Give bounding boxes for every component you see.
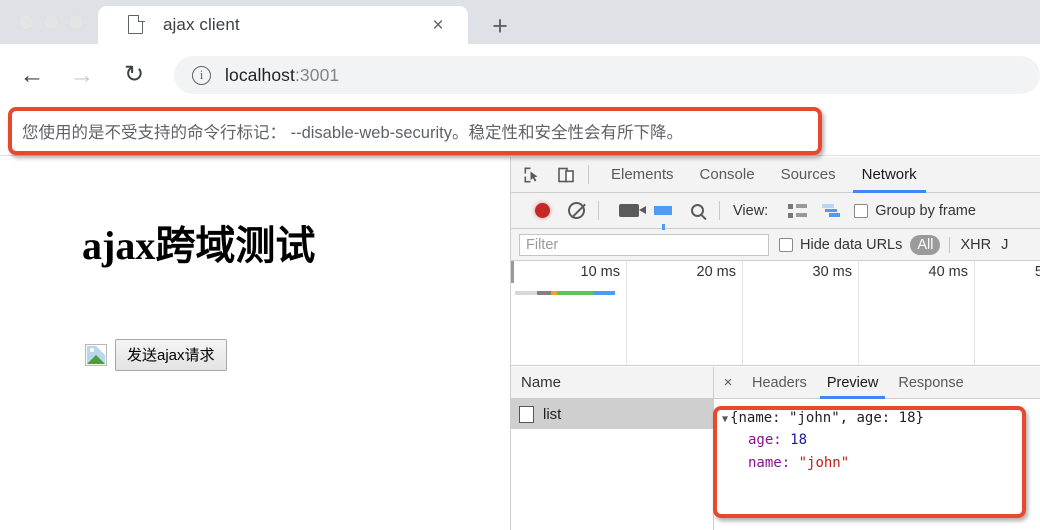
network-timeline-overview[interactable]: 10 ms 20 ms 30 ms 40 ms 5: [511, 261, 1040, 366]
address-bar[interactable]: i localhost:3001: [174, 56, 1040, 94]
request-list-pane: Name list: [511, 367, 714, 530]
record-button[interactable]: [529, 198, 555, 224]
site-info-icon[interactable]: i: [192, 65, 211, 85]
request-detail-pane: × Headers Preview Response ▼ {name: "john…: [714, 367, 1040, 530]
network-lower-section: Name list × Headers Preview Response ▼ {n…: [511, 367, 1040, 530]
inspect-element-icon[interactable]: [519, 162, 545, 188]
browser-window: ajax client × + ← → ↻ i localhost:3001 您…: [0, 0, 1040, 530]
browser-tab[interactable]: ajax client ×: [98, 6, 468, 44]
view-label: View:: [733, 202, 769, 219]
timeline-tick: 20 ms: [696, 264, 737, 280]
hide-data-urls-label: Hide data URLs: [800, 236, 903, 253]
json-key: name:: [748, 454, 791, 471]
json-preview-tree[interactable]: ▼ {name: "john", age: 18} age: 18 name: "…: [714, 399, 1040, 530]
tab-network[interactable]: Network: [849, 157, 930, 193]
list-view-icon[interactable]: [784, 198, 810, 224]
page-controls: 发送ajax请求: [85, 339, 227, 371]
timeline-tick: 10 ms: [580, 264, 621, 280]
close-window-button[interactable]: [18, 14, 34, 30]
page-title: ajax跨域测试: [82, 223, 316, 268]
request-name: list: [543, 405, 562, 423]
waterfall-view-icon[interactable]: [818, 198, 844, 224]
filter-type-xhr[interactable]: XHR: [960, 237, 991, 253]
window-controls[interactable]: [18, 14, 84, 30]
document-icon: [519, 405, 534, 423]
toolbar-divider: [719, 201, 720, 220]
timeline-tick: 5: [1034, 264, 1040, 280]
url-text: localhost:3001: [225, 65, 339, 86]
timeline-tick: 30 ms: [812, 264, 853, 280]
network-filter-bar: Filter Hide data URLs All XHR J: [511, 229, 1040, 261]
filter-type-all[interactable]: All: [910, 234, 941, 255]
json-key: age:: [748, 432, 782, 449]
json-row-name: name: "john": [722, 452, 1040, 474]
page-icon: [128, 14, 145, 36]
forward-button[interactable]: →: [64, 57, 100, 93]
filter-input[interactable]: Filter: [519, 233, 769, 256]
devtools-tabbar: Elements Console Sources Network: [511, 157, 1040, 193]
json-summary-prefix: {name:: [730, 410, 790, 426]
timeline-start-marker: [511, 261, 514, 283]
screenshot-camera-icon[interactable]: [616, 198, 646, 224]
reload-button[interactable]: ↻: [116, 57, 152, 93]
devtools-panel: Elements Console Sources Network View: G…: [510, 157, 1040, 530]
search-icon[interactable]: [684, 198, 710, 224]
tab-elements[interactable]: Elements: [598, 157, 687, 193]
minimize-window-button[interactable]: [43, 14, 59, 30]
json-summary-mid: , age:: [839, 410, 899, 426]
tab-sources[interactable]: Sources: [768, 157, 849, 193]
timeline-tick: 40 ms: [928, 264, 969, 280]
page-viewport: ajax跨域测试 发送ajax请求: [0, 157, 510, 530]
json-row-age: age: 18: [722, 429, 1040, 451]
toolbar-divider: [588, 165, 589, 184]
json-summary-suffix: }: [915, 410, 924, 426]
request-list-empty-area: [511, 429, 713, 530]
url-port: :3001: [294, 64, 340, 85]
new-tab-button[interactable]: +: [485, 12, 515, 40]
infobar-message: 您使用的是不受支持的命令行标记： --disable-web-security。…: [22, 123, 683, 142]
broken-image-icon: [85, 344, 107, 366]
hide-data-urls-checkbox[interactable]: [779, 237, 793, 252]
json-summary-age: 18: [898, 410, 916, 426]
timeline-waterfall-bar: [515, 291, 615, 295]
unsupported-flag-infobar: 您使用的是不受支持的命令行标记： --disable-web-security。…: [0, 106, 1040, 156]
filter-divider: [949, 236, 951, 253]
tab-console[interactable]: Console: [687, 157, 768, 193]
clear-icon[interactable]: [563, 198, 589, 224]
maximize-window-button[interactable]: [68, 14, 84, 30]
detail-tabbar: × Headers Preview Response: [714, 367, 1040, 399]
filter-type-js[interactable]: J: [1001, 237, 1008, 253]
group-by-frame-label: Group by frame: [875, 202, 976, 219]
close-detail-button[interactable]: ×: [714, 374, 742, 391]
send-ajax-request-button[interactable]: 发送ajax请求: [115, 339, 227, 371]
network-toolbar: View: Group by frame: [511, 193, 1040, 230]
timeline-gridlines: 10 ms 20 ms 30 ms 40 ms 5: [511, 261, 1040, 365]
group-by-frame-checkbox[interactable]: [854, 203, 869, 218]
tab-strip: ajax client × +: [0, 0, 1040, 44]
close-tab-button[interactable]: ×: [426, 13, 450, 37]
tab-response[interactable]: Response: [888, 367, 973, 399]
tab-preview[interactable]: Preview: [817, 367, 889, 399]
tab-title: ajax client: [163, 15, 240, 34]
json-value: "john": [798, 454, 850, 471]
table-row[interactable]: list: [511, 399, 713, 429]
back-button[interactable]: ←: [14, 57, 50, 93]
json-value: 18: [790, 432, 808, 449]
json-summary-row[interactable]: ▼ {name: "john", age: 18}: [722, 407, 1040, 429]
expand-triangle-icon[interactable]: ▼: [722, 414, 728, 425]
device-toolbar-icon[interactable]: [553, 162, 579, 188]
url-host: localhost: [225, 64, 295, 85]
filter-icon[interactable]: [650, 198, 676, 230]
json-summary-name: "john": [789, 410, 840, 426]
browser-toolbar: ← → ↻ i localhost:3001: [0, 44, 1040, 106]
toolbar-divider: [598, 201, 599, 220]
request-column-header[interactable]: Name: [511, 367, 713, 399]
tab-headers[interactable]: Headers: [742, 367, 817, 399]
